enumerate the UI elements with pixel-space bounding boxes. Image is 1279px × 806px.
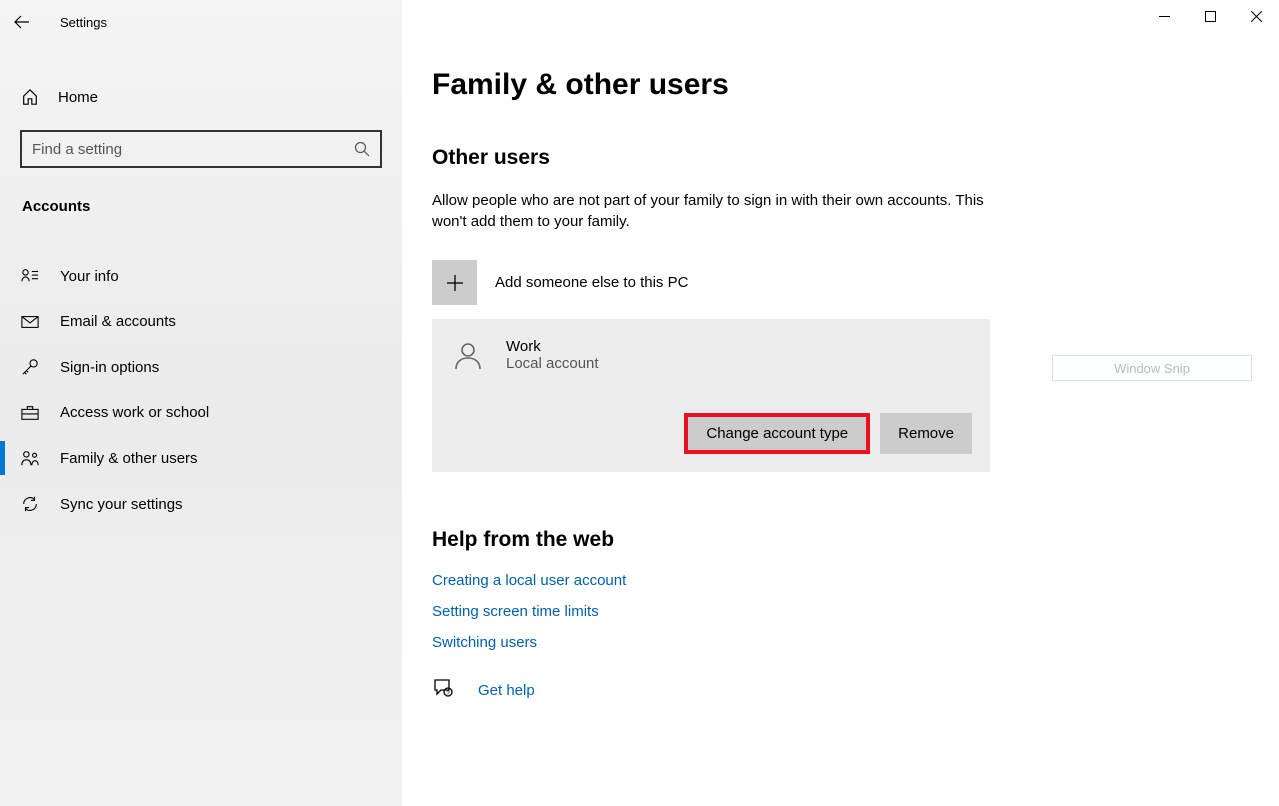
change-account-type-button[interactable]: Change account type [684,413,870,454]
nav-label: Family & other users [60,450,198,467]
user-card[interactable]: Work Local account Change account type R… [432,319,990,472]
close-icon [1251,11,1262,22]
nav-label: Email & accounts [60,313,176,330]
user-type: Local account [506,355,599,372]
help-link-screen-time[interactable]: Setting screen time limits [432,603,1263,620]
back-arrow-icon [14,14,30,30]
home-label: Home [58,89,98,106]
help-heading: Help from the web [432,528,1263,552]
help-section: Help from the web Creating a local user … [432,528,1263,651]
settings-sidebar: Settings Home Accounts Your info Email &… [0,0,402,806]
search-icon [354,141,370,157]
key-icon [20,358,40,376]
sidebar-item-email[interactable]: Email & accounts [0,299,402,344]
content: Family & other users Other users Allow p… [402,68,1279,704]
plus-icon [445,273,465,293]
back-button[interactable] [0,0,44,44]
get-help-link[interactable]: Get help [478,682,535,699]
nav-label: Your info [60,268,119,285]
other-users-desc: Allow people who are not part of your fa… [432,190,992,232]
sidebar-item-family[interactable]: Family & other users [0,435,402,481]
app-title: Settings [60,15,107,30]
close-button[interactable] [1233,0,1279,32]
titlebar: Settings [0,0,402,44]
sidebar-item-home[interactable]: Home [0,74,402,120]
nav-label: Access work or school [60,404,209,421]
briefcase-icon [20,405,40,421]
user-actions: Change account type Remove [450,413,972,454]
main-panel: Window Snip Family & other users Other u… [402,0,1279,806]
minimize-button[interactable] [1141,0,1187,32]
sidebar-item-your-info[interactable]: Your info [0,253,402,299]
add-user-button[interactable]: Add someone else to this PC [432,260,1263,305]
page-title: Family & other users [432,68,1263,102]
sync-icon [20,495,40,513]
other-users-heading: Other users [432,146,1263,170]
get-help-row[interactable]: ? Get help [432,677,1263,704]
mail-icon [20,315,40,329]
remove-user-button[interactable]: Remove [880,413,972,454]
nav-list: Your info Email & accounts Sign-in optio… [0,253,402,527]
add-label: Add someone else to this PC [495,274,688,291]
home-icon [20,88,40,106]
category-title: Accounts [0,186,402,233]
plus-tile [432,260,477,305]
snip-overlay: Window Snip [1052,355,1252,381]
nav-label: Sync your settings [60,496,183,513]
people-icon [20,449,40,467]
user-list-icon [20,267,40,285]
snip-label: Window Snip [1114,361,1190,376]
maximize-button[interactable] [1187,0,1233,32]
user-header: Work Local account [450,337,972,373]
window-controls [1141,0,1279,32]
sidebar-item-sync[interactable]: Sync your settings [0,481,402,527]
minimize-icon [1159,11,1170,22]
sidebar-item-work-school[interactable]: Access work or school [0,390,402,435]
help-link-switching[interactable]: Switching users [432,634,1263,651]
user-avatar-icon [450,337,486,373]
sidebar-item-signin[interactable]: Sign-in options [0,344,402,390]
search-box[interactable] [20,130,382,168]
help-bubble-icon: ? [432,677,454,704]
nav-label: Sign-in options [60,359,159,376]
help-link-local-account[interactable]: Creating a local user account [432,572,1263,589]
user-name: Work [506,338,599,355]
maximize-icon [1205,11,1216,22]
search-input[interactable] [32,141,354,158]
